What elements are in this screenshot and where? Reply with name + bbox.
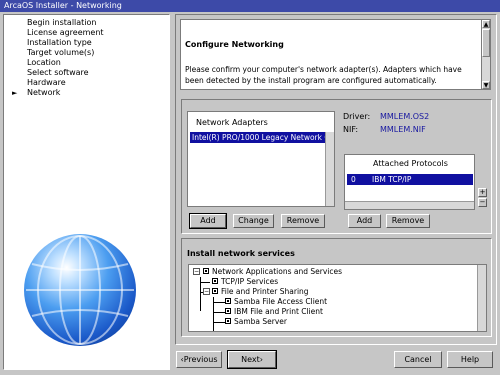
step-location: Location [12, 58, 104, 68]
step-label: Installation type [27, 38, 92, 47]
info-text: Please confirm your computer's network a… [185, 65, 462, 85]
tree-item-file-printer-sharing[interactable]: File and Printer Sharing [212, 287, 309, 297]
tree-label: TCP/IP Services [221, 277, 279, 286]
change-adapter-button[interactable]: Change [233, 214, 274, 228]
info-scrollbar[interactable]: ▲ ▼ [481, 20, 490, 89]
next-label: Next [241, 355, 260, 364]
steps-panel: Begin installation License agreement Ins… [3, 14, 170, 370]
checkbox-icon[interactable] [212, 278, 218, 284]
step-label: Select software [27, 68, 89, 77]
window-title: ArcaOS Installer - Networking [0, 0, 500, 12]
tree-item-ibm-file-print-client[interactable]: IBM File and Print Client [225, 307, 323, 317]
step-begin-installation: Begin installation [12, 18, 104, 28]
tree-label: Samba File Access Client [234, 297, 328, 306]
globe-icon [24, 234, 136, 346]
previous-label: Previous [183, 355, 218, 364]
add-protocol-button[interactable]: Add [348, 214, 381, 228]
protocol-item[interactable]: 0 IBM TCP/IP [347, 174, 473, 185]
adapters-list[interactable]: Network Adapters Intel(R) PRO/1000 Legac… [187, 111, 335, 207]
driver-value: MMLEM.OS2 [380, 112, 430, 121]
checkbox-icon[interactable] [225, 318, 231, 324]
tree-label: IBM File and Print Client [234, 307, 323, 316]
step-label: Begin installation [27, 18, 97, 27]
tree-item-samba-server[interactable]: Samba Server [225, 317, 287, 327]
arrow-right-icon: › [259, 355, 263, 364]
tree-label: Network Applications and Services [212, 267, 343, 276]
services-title: Install network services [187, 249, 295, 258]
nif-label: NIF: [343, 125, 359, 134]
tree-label: Samba Server [234, 317, 287, 326]
step-label: Network [27, 88, 61, 97]
protocols-header: Attached Protocols [373, 159, 448, 168]
step-label: License agreement [27, 28, 104, 37]
current-step-marker-icon: ► [12, 89, 18, 97]
driver-label: Driver: [343, 112, 371, 121]
collapse-icon[interactable]: − [203, 288, 210, 295]
remove-adapter-button[interactable]: Remove [281, 214, 325, 228]
help-button[interactable]: Help [447, 351, 493, 368]
checkbox-icon[interactable] [225, 308, 231, 314]
step-select-software: Select software [12, 68, 104, 78]
scroll-thumb[interactable] [482, 29, 490, 57]
adapter-item[interactable]: Intel(R) PRO/1000 Legacy Network Co [190, 132, 332, 143]
step-license-agreement: License agreement [12, 28, 104, 38]
checkbox-icon[interactable] [212, 288, 218, 294]
arrow-up-icon[interactable]: ▲ [482, 20, 490, 28]
services-scrollbar[interactable] [477, 265, 486, 331]
tree-item-tcpip-services[interactable]: TCP/IP Services [212, 277, 278, 287]
nif-value: MMLEM.NIF [380, 125, 426, 134]
minus-icon[interactable]: − [478, 198, 487, 207]
tree-label: File and Printer Sharing [221, 287, 309, 296]
previous-button[interactable]: ‹Previous [176, 351, 222, 368]
plus-icon[interactable]: + [478, 188, 487, 197]
step-target-volumes: Target volume(s) [12, 48, 104, 58]
cancel-button[interactable]: Cancel [394, 351, 442, 368]
tree-item-samba-client[interactable]: Samba File Access Client [225, 297, 327, 307]
checkbox-icon[interactable] [203, 268, 209, 274]
step-hardware: Hardware [12, 78, 104, 88]
services-tree[interactable]: − Network Applications and Services TCP/… [188, 264, 487, 332]
step-label: Hardware [27, 78, 66, 87]
protocols-scrollbar[interactable] [345, 201, 474, 209]
step-label: Target volume(s) [27, 48, 95, 57]
remove-protocol-button[interactable]: Remove [386, 214, 430, 228]
adapters-header: Network Adapters [196, 118, 268, 127]
collapse-icon[interactable]: − [193, 268, 200, 275]
protocol-name: IBM TCP/IP [372, 175, 412, 184]
arrow-down-icon[interactable]: ▼ [482, 81, 490, 89]
step-label: Location [27, 58, 61, 67]
next-button[interactable]: Next› [227, 350, 277, 369]
step-installation-type: Installation type [12, 38, 104, 48]
protocols-list[interactable]: Attached Protocols 0 IBM TCP/IP [344, 154, 475, 210]
adapters-scrollbar[interactable] [325, 132, 334, 206]
info-box: Configure Networking Please confirm your… [180, 19, 491, 90]
steps-list: Begin installation License agreement Ins… [12, 18, 104, 98]
info-title: Configure Networking [185, 40, 284, 49]
protocol-index: 0 [351, 175, 356, 184]
checkbox-icon[interactable] [225, 298, 231, 304]
step-network: ► Network [12, 88, 104, 98]
add-adapter-button[interactable]: Add [189, 213, 227, 229]
tree-item-network-applications[interactable]: Network Applications and Services [203, 267, 342, 277]
